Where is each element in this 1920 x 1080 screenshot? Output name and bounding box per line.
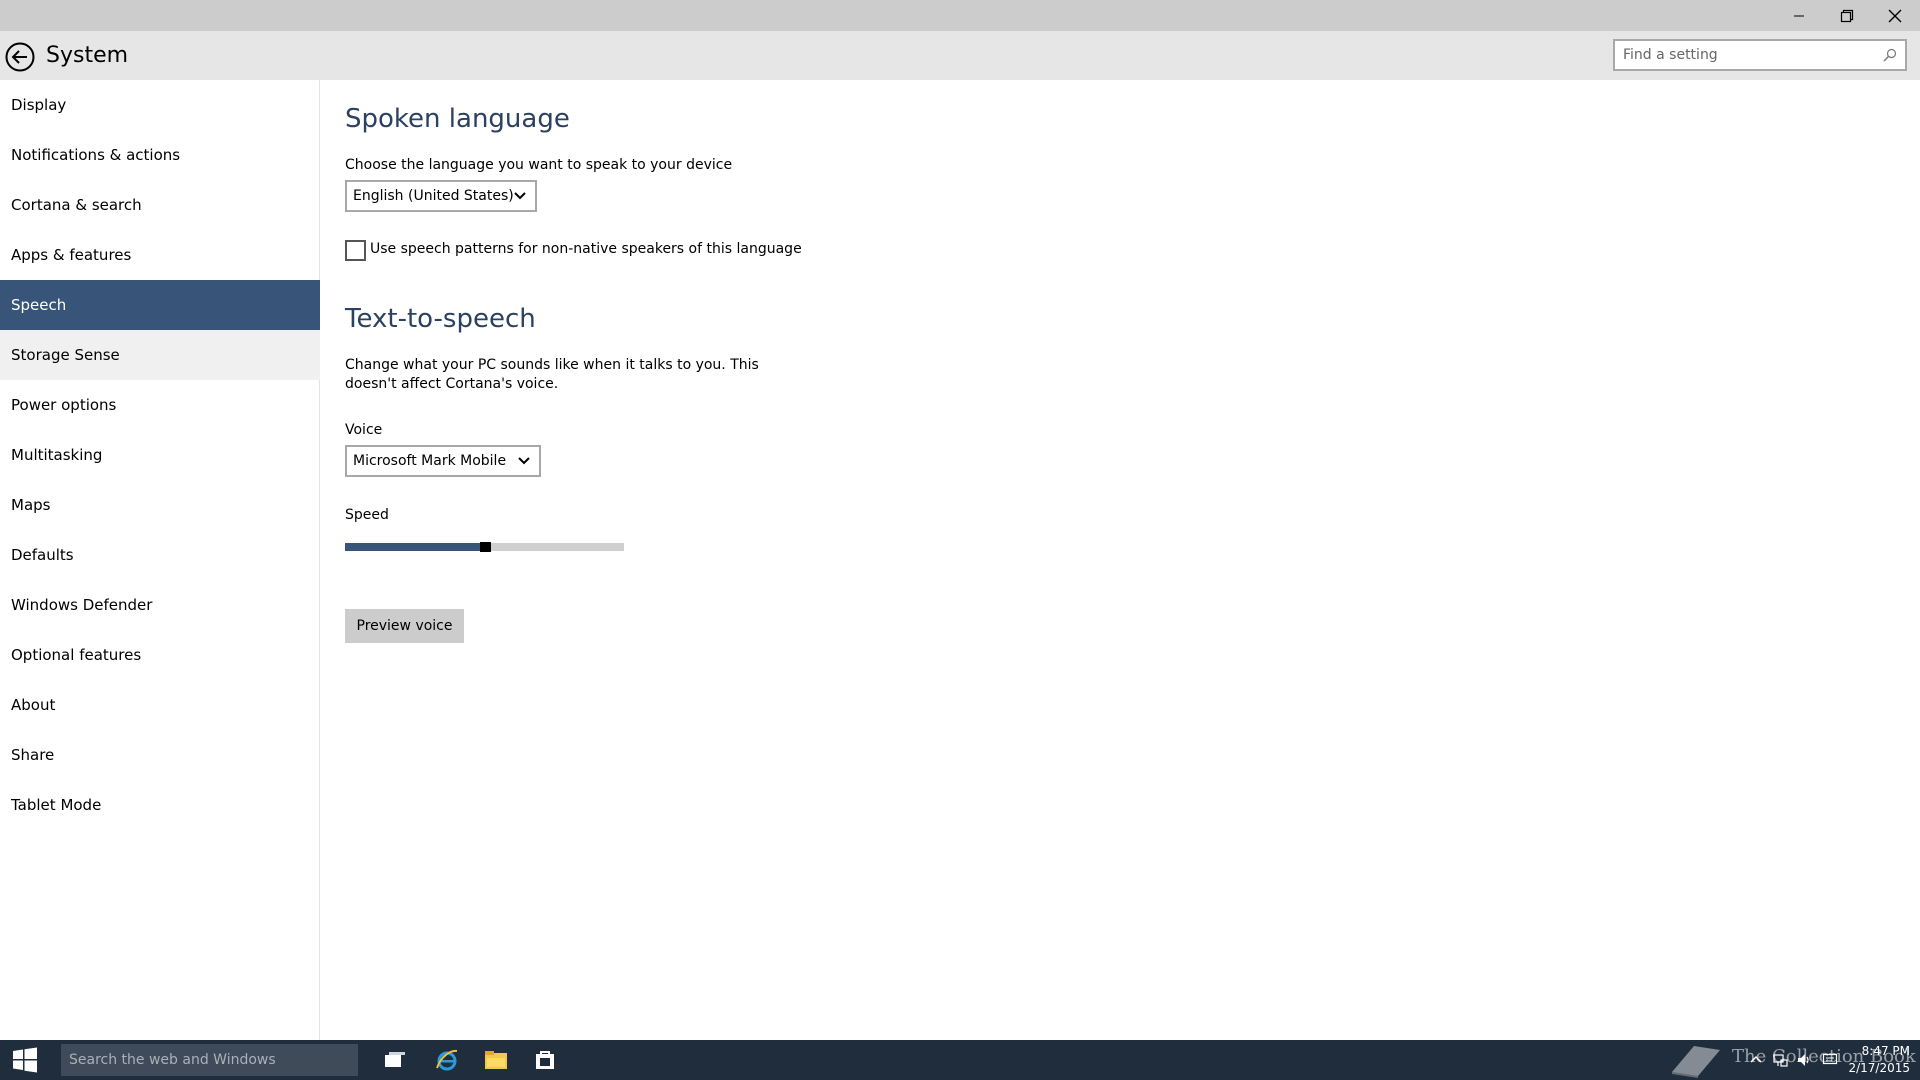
non-native-speaker-label[interactable]: Use speech patterns for non-native speak… [370, 241, 802, 257]
clock-time: 8:47 PM [1861, 1044, 1910, 1058]
action-center-icon[interactable] [1822, 1052, 1838, 1068]
find-setting-input[interactable] [1623, 41, 1873, 69]
sidebar-item-speech[interactable]: Speech [0, 280, 320, 330]
sidebar-item-apps[interactable]: Apps & features [0, 230, 320, 280]
store-icon [536, 1051, 554, 1069]
sidebar-item-defaults[interactable]: Defaults [0, 530, 320, 580]
taskbar-clock[interactable]: 8:47 PM 2/17/2015 [1848, 1043, 1910, 1077]
windows-logo-icon [13, 1047, 37, 1073]
show-hidden-icons-icon[interactable] [1748, 1052, 1764, 1068]
back-button[interactable] [5, 42, 35, 72]
network-icon[interactable] [1772, 1052, 1788, 1068]
voice-dropdown-value: Microsoft Mark Mobile [353, 453, 507, 469]
task-view-button[interactable] [371, 1040, 419, 1080]
speed-slider[interactable] [345, 542, 624, 552]
page-title: System [46, 43, 129, 68]
sidebar-item-power[interactable]: Power options [0, 380, 320, 430]
speed-slider-thumb[interactable] [480, 542, 491, 552]
store-button[interactable] [521, 1040, 569, 1080]
voice-dropdown[interactable]: Microsoft Mark Mobile [345, 445, 541, 477]
file-explorer-button[interactable] [472, 1040, 520, 1080]
text-to-speech-heading: Text-to-speech [345, 304, 536, 334]
speed-label: Speed [345, 507, 389, 523]
internet-explorer-button[interactable] [423, 1040, 471, 1080]
non-native-speaker-checkbox[interactable] [345, 240, 366, 261]
title-bar [0, 0, 1920, 31]
chevron-down-icon [514, 192, 526, 200]
start-button[interactable] [0, 1040, 50, 1080]
sidebar-item-about[interactable]: About [0, 680, 320, 730]
sidebar-item-multitasking[interactable]: Multitasking [0, 430, 320, 480]
clock-date: 2/17/2015 [1848, 1061, 1910, 1075]
back-arrow-icon [5, 42, 35, 72]
sidebar-item-notifications[interactable]: Notifications & actions [0, 130, 320, 180]
settings-content: Spoken language Choose the language you … [345, 80, 1845, 1040]
voice-label: Voice [345, 422, 383, 438]
file-explorer-icon [485, 1051, 507, 1069]
close-icon [1888, 9, 1902, 22]
minimize-icon [1794, 15, 1804, 16]
sidebar: Display Notifications & actions Cortana … [0, 80, 320, 1040]
language-prompt: Choose the language you want to speak to… [345, 157, 733, 173]
sidebar-item-defender[interactable]: Windows Defender [0, 580, 320, 630]
book-icon [1672, 1046, 1720, 1078]
find-setting-box[interactable] [1613, 39, 1907, 71]
speed-slider-fill [345, 543, 485, 551]
volume-icon[interactable] [1796, 1052, 1812, 1068]
sidebar-item-tablet[interactable]: Tablet Mode [0, 780, 320, 830]
spoken-language-heading: Spoken language [345, 104, 570, 134]
search-icon[interactable] [1883, 48, 1897, 62]
restore-button[interactable] [1824, 0, 1870, 31]
app-header: System [0, 31, 1920, 80]
language-dropdown-value: English (United States) [353, 188, 514, 204]
sidebar-item-storage[interactable]: Storage Sense [0, 330, 320, 380]
preview-voice-button[interactable]: Preview voice [345, 609, 464, 643]
sidebar-item-maps[interactable]: Maps [0, 480, 320, 530]
minimize-button[interactable] [1776, 0, 1822, 31]
taskbar: The Collection Book 8:47 PM 2/17/2015 [0, 1040, 1920, 1080]
internet-explorer-icon [436, 1049, 458, 1071]
tts-description: Change what your PC sounds like when it … [345, 357, 759, 392]
sidebar-item-optional[interactable]: Optional features [0, 630, 320, 680]
task-view-icon [385, 1052, 405, 1067]
restore-icon [1840, 9, 1854, 22]
chevron-down-icon [518, 457, 530, 465]
sidebar-item-display[interactable]: Display [0, 80, 320, 130]
taskbar-search-input[interactable] [61, 1044, 358, 1076]
sidebar-item-share[interactable]: Share [0, 730, 320, 780]
close-button[interactable] [1872, 0, 1918, 31]
language-dropdown[interactable]: English (United States) [345, 180, 537, 212]
sidebar-item-cortana[interactable]: Cortana & search [0, 180, 320, 230]
